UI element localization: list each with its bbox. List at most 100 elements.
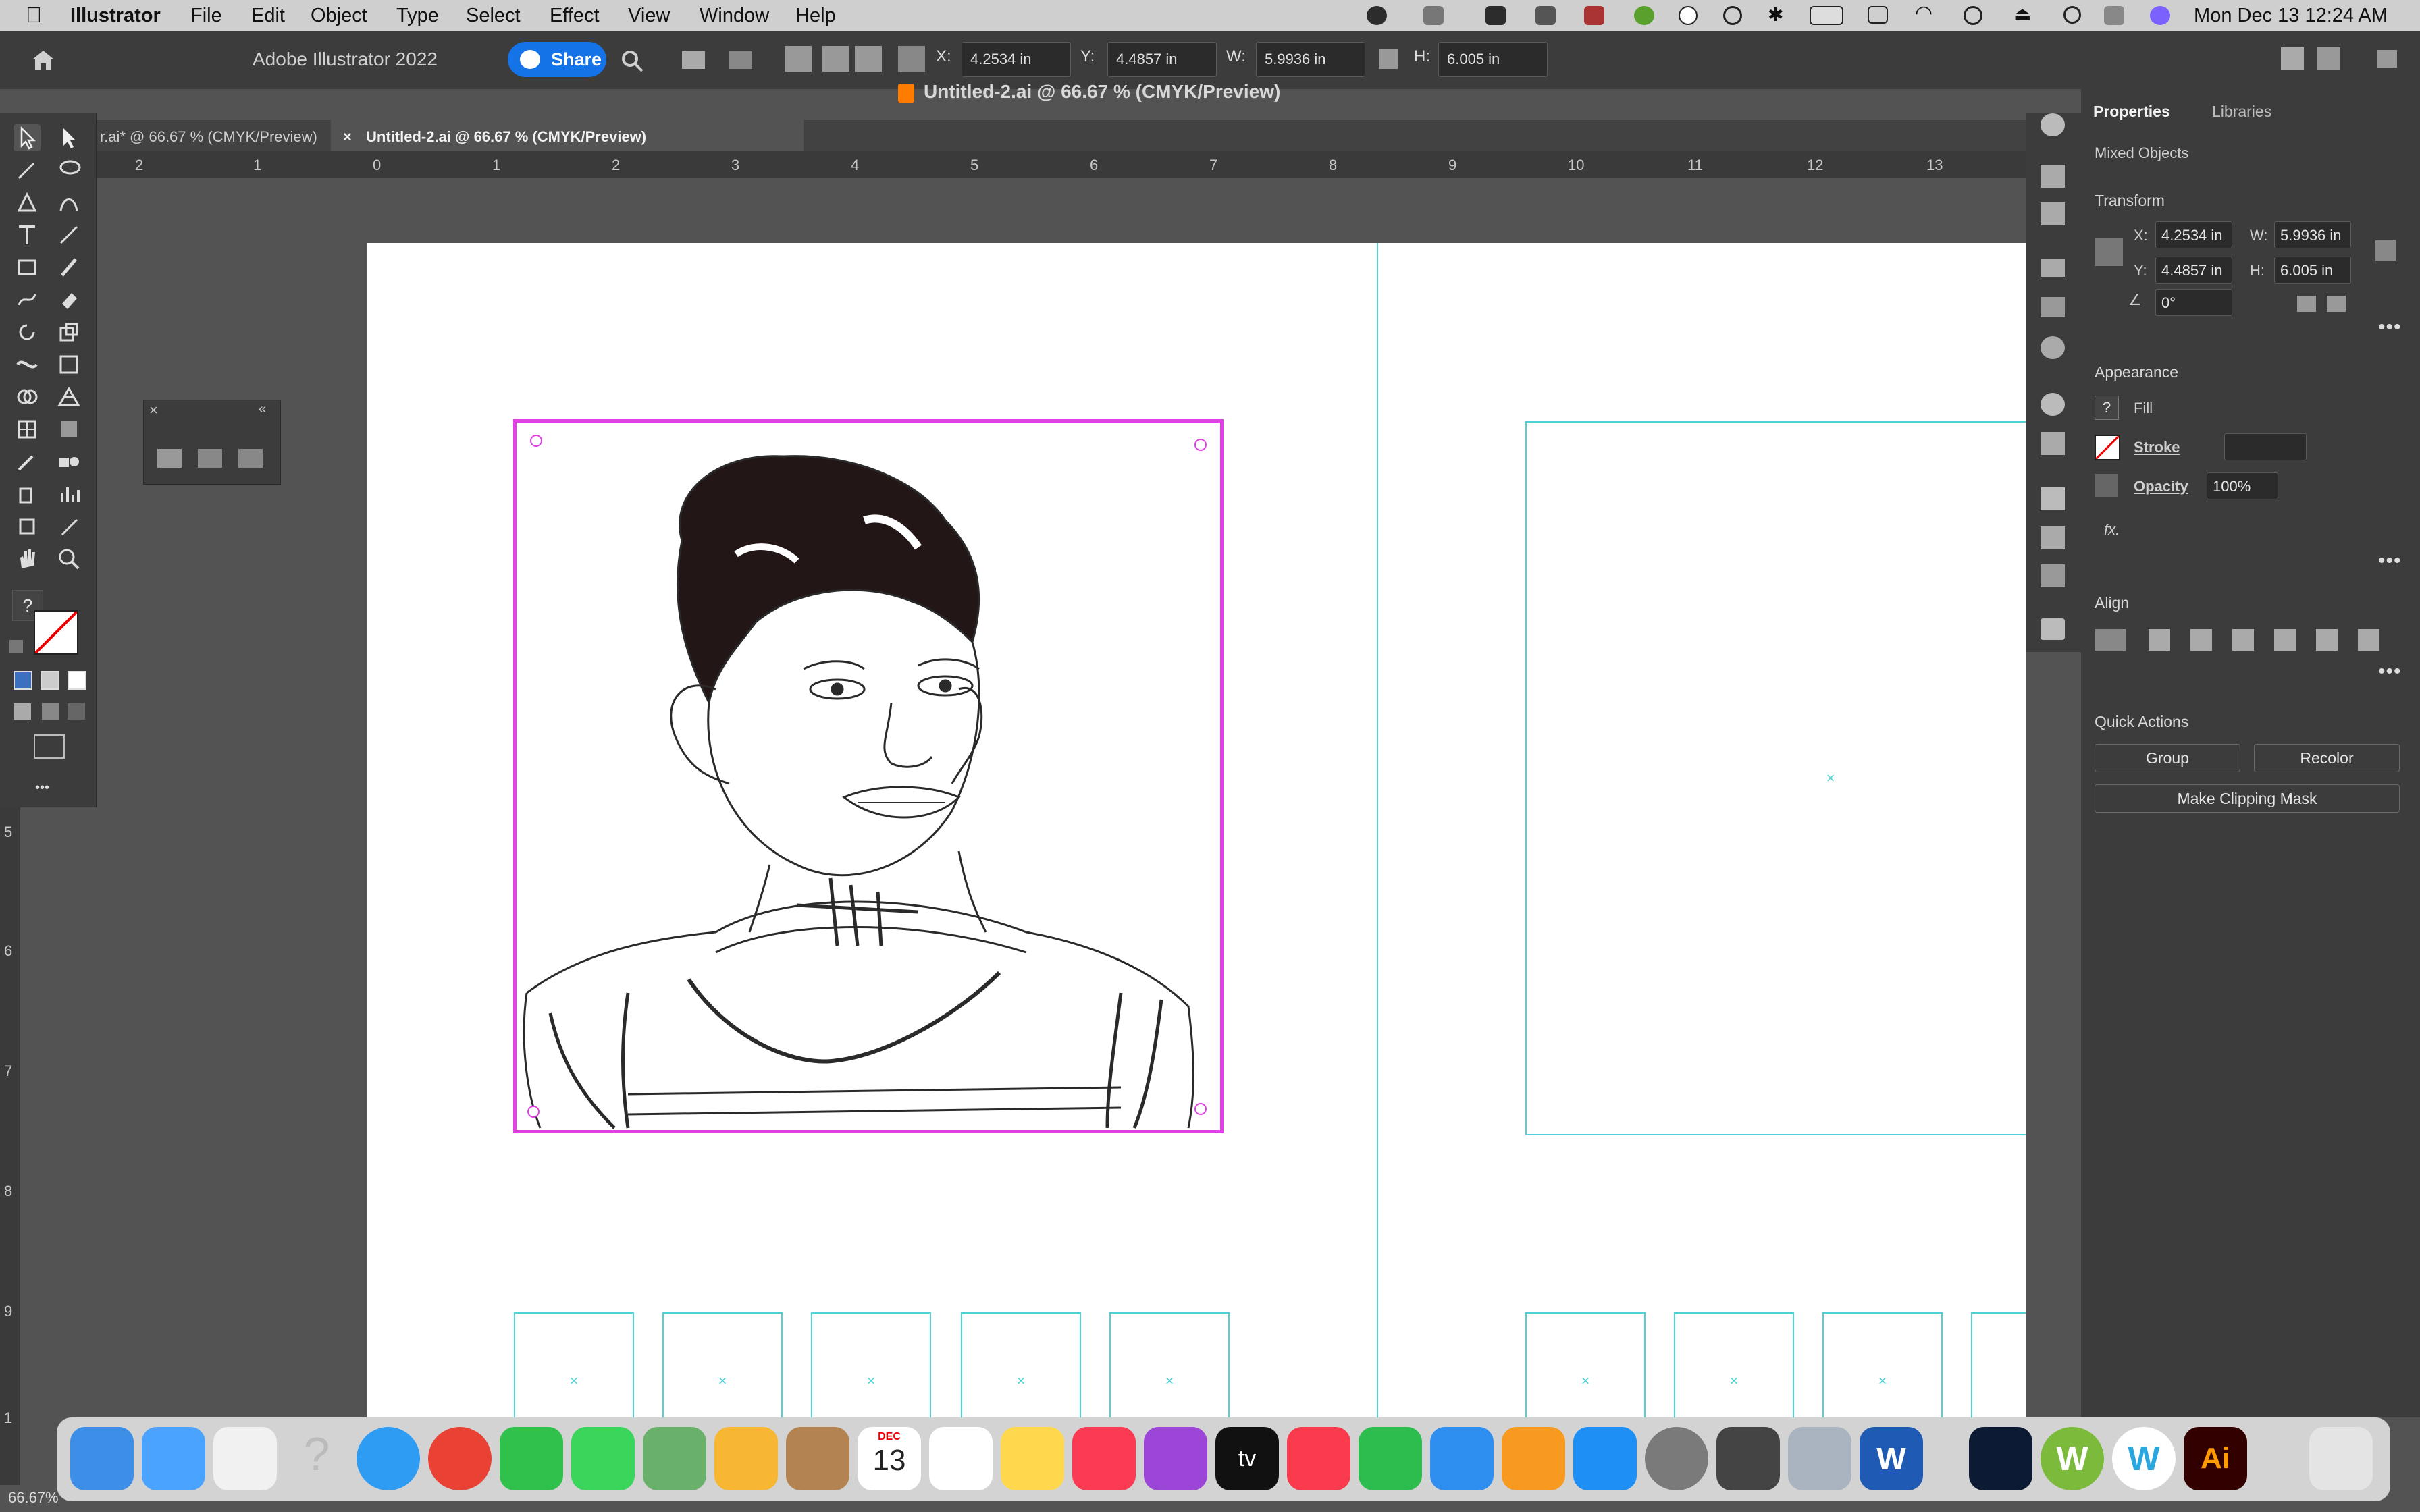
keyboard-icon[interactable] <box>1868 6 1888 24</box>
menu-file[interactable]: File <box>190 5 222 27</box>
zoom-tool-icon[interactable] <box>55 545 82 572</box>
x-field[interactable]: 4.2534 in <box>962 42 1071 77</box>
chrome-icon[interactable] <box>428 1427 492 1490</box>
corner-handle[interactable] <box>530 435 542 447</box>
messages-icon[interactable] <box>571 1427 635 1490</box>
pages-icon[interactable] <box>1502 1427 1565 1490</box>
transform-h-field[interactable]: 6.005 in <box>2274 256 2351 284</box>
system-preferences-icon[interactable] <box>1645 1427 1708 1490</box>
safari-icon[interactable] <box>357 1427 420 1490</box>
tab-libraries[interactable]: Libraries <box>2212 103 2271 121</box>
status-app-icon[interactable] <box>1423 6 1444 25</box>
panel-menu-icon[interactable] <box>2377 50 2397 68</box>
menu-select[interactable]: Select <box>466 5 521 27</box>
launchpad-icon[interactable] <box>213 1427 277 1490</box>
pen-tool-icon[interactable] <box>14 189 41 216</box>
app-store-icon[interactable] <box>1573 1427 1637 1490</box>
flip-horizontal-icon[interactable] <box>2297 296 2316 312</box>
make-clipping-mask-button[interactable]: Make Clipping Mask <box>2095 784 2400 813</box>
calendar-icon[interactable]: DEC 13 <box>858 1427 921 1490</box>
help-icon[interactable]: ? <box>285 1427 348 1490</box>
scale-tool-icon[interactable] <box>55 319 82 346</box>
align-bottom-icon[interactable] <box>2358 629 2379 651</box>
recolor-button[interactable]: Recolor <box>2254 744 2400 772</box>
thumb-frame[interactable]: × <box>662 1312 783 1418</box>
direct-selection-tool-icon[interactable] <box>55 124 82 151</box>
stroke-swatch[interactable] <box>34 610 78 655</box>
mesh-tool-icon[interactable] <box>14 416 41 443</box>
creative-cloud-icon[interactable] <box>1367 6 1387 25</box>
more-options-icon[interactable]: ••• <box>2378 549 2402 572</box>
menu-effect[interactable]: Effect <box>550 5 600 27</box>
rectangle-tool-icon[interactable] <box>14 254 41 281</box>
transform-y-field[interactable]: 4.4857 in <box>2155 256 2232 284</box>
transform-w-field[interactable]: 5.9936 in <box>2274 221 2351 248</box>
transform-x-field[interactable]: 4.2534 in <box>2155 221 2232 248</box>
news-icon[interactable] <box>1287 1427 1350 1490</box>
line-tool-icon[interactable] <box>55 221 82 248</box>
paintbrush-tool-icon[interactable] <box>55 254 82 281</box>
webex-icon[interactable] <box>1485 6 1506 25</box>
search-icon[interactable] <box>620 49 644 73</box>
h-field[interactable]: 6.005 in <box>1438 42 1548 77</box>
fill-swatch[interactable]: ? <box>2095 396 2119 420</box>
podcasts-icon[interactable] <box>1144 1427 1207 1490</box>
thumb-frame[interactable]: × <box>961 1312 1081 1418</box>
wifi-icon[interactable]: ◠ <box>1915 1 1935 24</box>
curvature-tool-icon[interactable] <box>55 189 82 216</box>
corner-handle[interactable] <box>1194 439 1207 451</box>
control-center-icon[interactable] <box>2104 6 2124 25</box>
panel-layout-icon[interactable] <box>729 51 752 69</box>
airdrop-icon[interactable] <box>1723 6 1742 25</box>
rotate-tool-icon[interactable] <box>14 319 41 346</box>
gradient-mode-icon[interactable] <box>41 671 59 690</box>
screen-icon[interactable] <box>1535 6 1556 25</box>
eyedropper-tool-icon[interactable] <box>14 448 41 475</box>
hand-tool-icon[interactable] <box>14 545 41 572</box>
artboard-tool-icon[interactable] <box>14 513 41 540</box>
horizontal-ruler[interactable]: 2 1 0 1 2 3 4 5 6 7 8 9 10 11 12 13 <box>95 151 2026 179</box>
menu-edit[interactable]: Edit <box>251 5 285 27</box>
comments-panel-icon[interactable] <box>2041 618 2065 640</box>
stroke-swatch[interactable] <box>2095 435 2120 460</box>
appearance-panel-icon[interactable] <box>2041 393 2065 416</box>
symbols-panel-icon[interactable] <box>2041 202 2065 225</box>
stroke-label[interactable]: Stroke <box>2134 439 2180 456</box>
free-transform-tool-icon[interactable] <box>55 351 82 378</box>
notes-icon[interactable] <box>1001 1427 1064 1490</box>
perspective-grid-tool-icon[interactable] <box>55 383 82 410</box>
spotlight-icon[interactable] <box>2063 6 2081 24</box>
group-button[interactable]: Group <box>2095 744 2240 772</box>
w-field[interactable]: 5.9936 in <box>1256 42 1365 77</box>
bluetooth-icon[interactable]: ✱ <box>1768 3 1788 25</box>
menu-object[interactable]: Object <box>311 5 367 27</box>
gradient-tool-icon[interactable] <box>55 416 82 443</box>
menu-clock[interactable]: Mon Dec 13 12:24 AM <box>2194 5 2388 27</box>
stroke-weight-field[interactable] <box>2224 433 2307 460</box>
transparency-panel-icon[interactable] <box>2041 336 2065 359</box>
maps-icon[interactable] <box>643 1427 706 1490</box>
workspace-icon[interactable] <box>2281 47 2304 70</box>
opacity-label[interactable]: Opacity <box>2134 478 2188 495</box>
share-button[interactable]: Share <box>508 42 606 77</box>
symbol-sprayer-tool-icon[interactable] <box>14 481 41 508</box>
thumb-frame[interactable]: × <box>811 1312 931 1418</box>
photos-icon[interactable] <box>714 1427 778 1490</box>
wacom-icon[interactable]: W <box>2112 1427 2176 1490</box>
color-panel-icon[interactable] <box>2041 113 2065 136</box>
color-mode-icon[interactable] <box>14 671 32 690</box>
selection-bounding-box[interactable] <box>513 419 1224 1133</box>
blend-tool-icon[interactable] <box>55 448 82 475</box>
contacts-icon[interactable] <box>786 1427 849 1490</box>
shape-builder-tool-icon[interactable] <box>14 383 41 410</box>
stroke-panel-icon[interactable] <box>2041 259 2065 277</box>
align-to-icon[interactable] <box>2095 629 2126 651</box>
collapse-icon[interactable]: « <box>259 402 266 417</box>
thumb-frame[interactable]: × <box>514 1312 634 1418</box>
y-field[interactable]: 4.4857 in <box>1107 42 1217 77</box>
draw-inside-icon[interactable] <box>68 703 85 720</box>
canvas-area[interactable]: × × × × × × × × × × <box>95 178 2026 1418</box>
artboards-panel-icon[interactable] <box>2041 564 2065 587</box>
trash-icon[interactable] <box>2309 1427 2373 1490</box>
vertical-ruler[interactable]: 5 6 7 8 9 1 <box>0 796 20 1485</box>
